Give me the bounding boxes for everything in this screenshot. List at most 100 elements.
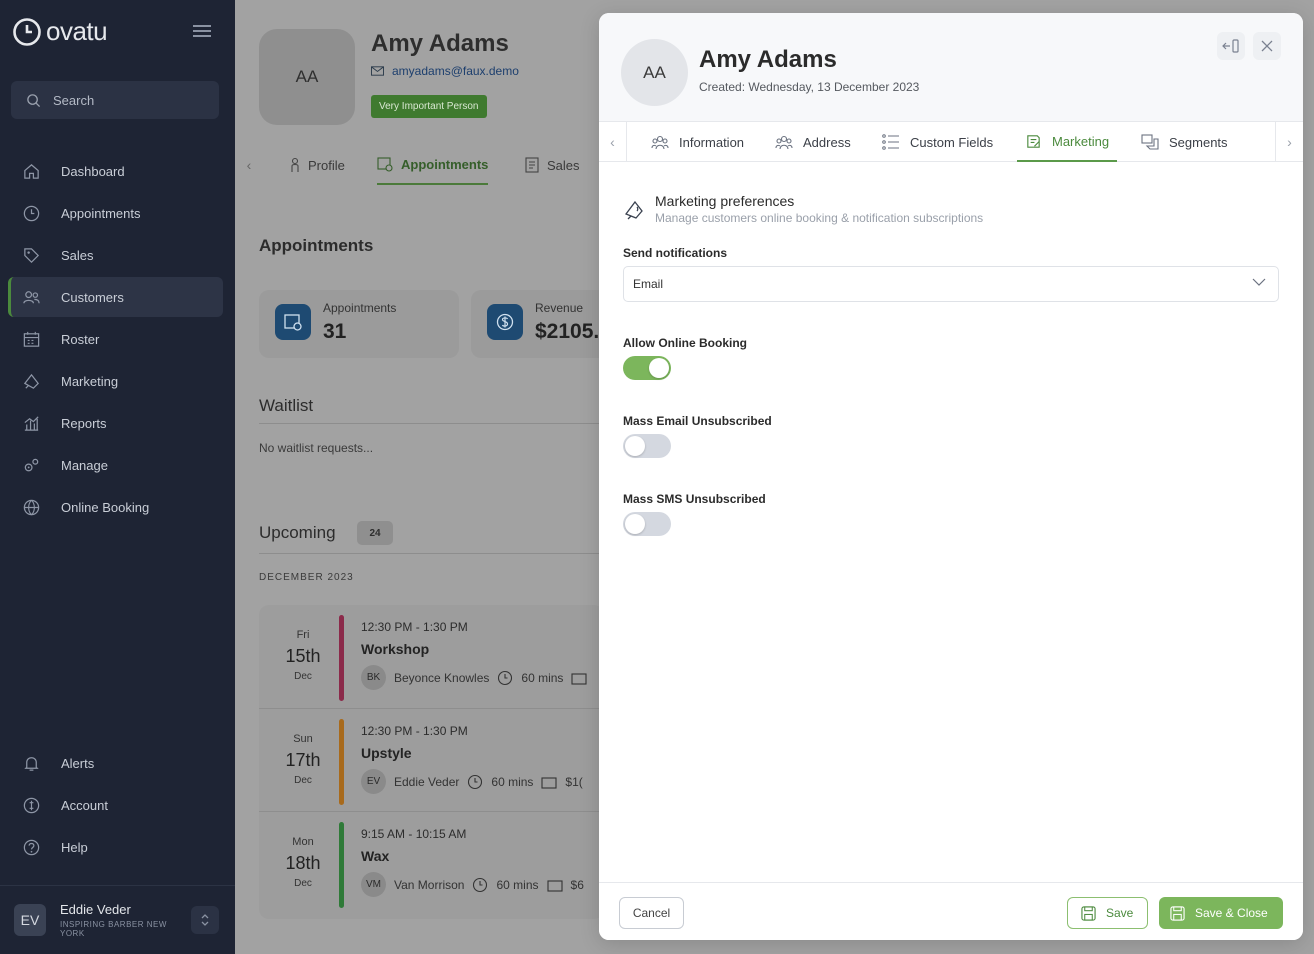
avatar: AA [621, 39, 688, 106]
tab-label: Profile [308, 157, 345, 173]
chevron-left-icon[interactable]: ‹ [235, 145, 263, 185]
appt-month: Dec [294, 775, 312, 786]
sidebar-item-label: Sales [61, 247, 94, 263]
mail-icon [371, 66, 384, 76]
appt-day: 18th [285, 853, 321, 873]
list-icon [882, 134, 899, 150]
tab-profile[interactable]: Profile [290, 145, 345, 185]
current-user[interactable]: EV Eddie Veder INSPIRING BARBER NEW YORK [0, 885, 235, 954]
appt-price: $1( [565, 774, 583, 789]
appt-color-bar [339, 615, 344, 701]
appt-weekday: Fri [296, 629, 310, 641]
tab-label: Marketing [1052, 133, 1110, 149]
save-close-label: Save & Close [1195, 906, 1268, 920]
sidebar-item-dashboard[interactable]: Dashboard [8, 151, 223, 191]
appt-month: Dec [294, 878, 312, 889]
upcoming-list: Fri 15th Dec 12:30 PM - 1:30 PM Workshop… [259, 605, 604, 919]
search-box[interactable]: Search [11, 81, 219, 119]
sidebar-item-label: Reports [61, 415, 107, 431]
tab-appointments[interactable]: Appointments [377, 145, 489, 185]
customer-email[interactable]: amyadams@faux.demo [371, 64, 519, 78]
stat-value: 31 [323, 320, 347, 343]
select-value: Email [633, 277, 664, 291]
customer-tag: Very Important Person [371, 95, 487, 118]
cancel-button[interactable]: Cancel [619, 897, 684, 929]
expand-panel-button[interactable] [1217, 32, 1245, 60]
sidebar-item-label: Customers [61, 289, 124, 305]
clock-icon [498, 670, 513, 685]
toggle-knob [649, 358, 669, 378]
sidebar-item-label: Roster [61, 331, 100, 347]
list-item[interactable]: Mon 18th Dec 9:15 AM - 10:15 AM Wax VM V… [259, 811, 604, 913]
user-name: Eddie Veder [60, 902, 131, 917]
person-icon [291, 157, 299, 172]
send-notifications-label: Send notifications [623, 246, 728, 260]
users-icon [23, 290, 40, 303]
sidebar-item-marketing[interactable]: Marketing [8, 361, 223, 401]
allow-online-booking-toggle[interactable] [623, 356, 671, 380]
chevron-left-icon[interactable]: ‹ [599, 122, 627, 162]
sidebar-item-account[interactable]: Account [8, 785, 223, 825]
chevron-updown-icon[interactable] [191, 906, 219, 934]
save-icon [1081, 905, 1096, 921]
sidebar-item-appointments[interactable]: Appointments [8, 193, 223, 233]
appt-color-bar [339, 719, 344, 805]
appt-duration: 60 mins [521, 670, 564, 685]
info-users-icon [651, 135, 669, 150]
tag-icon [24, 247, 40, 263]
tab-marketing[interactable]: Marketing [1017, 122, 1118, 162]
sidebar-item-label: Dashboard [61, 163, 125, 179]
tab-address[interactable]: Address [775, 122, 851, 162]
save-button[interactable]: Save [1067, 897, 1148, 929]
appt-service: Workshop [361, 641, 430, 657]
close-button[interactable] [1253, 32, 1281, 60]
close-icon [1261, 40, 1273, 52]
appt-color-bar [339, 822, 344, 908]
modal-tabs: ‹ Information Address Custom Fields Mark… [599, 122, 1303, 162]
marketing-icon [1027, 134, 1040, 148]
send-notifications-select[interactable]: Email [623, 266, 1279, 302]
appointments-heading: Appointments [259, 236, 374, 255]
wallet-icon [541, 776, 557, 789]
mass-sms-toggle[interactable] [623, 512, 671, 536]
sidebar-nav: Dashboard Appointments Sales Customers R… [8, 151, 223, 529]
wallet-icon [571, 672, 587, 685]
sidebar-item-roster[interactable]: Roster [8, 319, 223, 359]
save-close-button[interactable]: Save & Close [1159, 897, 1283, 929]
chart-icon [24, 415, 39, 431]
list-item[interactable]: Sun 17th Dec 12:30 PM - 1:30 PM Upstyle … [259, 708, 604, 810]
avatar: AA [259, 29, 355, 125]
sidebar-bottom-nav: Alerts Account Help [8, 743, 223, 869]
expand-panel-icon [1222, 39, 1239, 53]
sidebar-item-sales[interactable]: Sales [8, 235, 223, 275]
stat-value: $2105. [535, 320, 600, 343]
appt-duration: 60 mins [496, 877, 539, 892]
sidebar-item-help[interactable]: Help [8, 827, 223, 867]
megaphone-icon [23, 373, 39, 389]
sidebar-item-label: Appointments [61, 205, 141, 221]
mass-email-toggle[interactable] [623, 434, 671, 458]
sidebar-item-customers[interactable]: Customers [8, 277, 223, 317]
chevron-right-icon[interactable]: › [1275, 122, 1303, 162]
sidebar-item-reports[interactable]: Reports [8, 403, 223, 443]
account-icon [23, 797, 40, 813]
stat-label: Appointments [323, 301, 397, 315]
logo[interactable]: ovatu [12, 16, 108, 47]
tab-segments[interactable]: Segments [1141, 122, 1228, 162]
avatar: VM [361, 872, 386, 897]
menu-toggle-icon[interactable] [193, 25, 211, 37]
sidebar-item-online-booking[interactable]: Online Booking [8, 487, 223, 527]
tab-information[interactable]: Information [651, 122, 744, 162]
tab-custom-fields[interactable]: Custom Fields [882, 122, 993, 162]
tab-sales[interactable]: Sales [525, 145, 580, 185]
sidebar-item-manage[interactable]: Manage [8, 445, 223, 485]
avatar: BK [361, 665, 386, 690]
modal-footer: Cancel Save Save & Close [599, 882, 1303, 940]
chevron-down-icon [1252, 278, 1266, 286]
tab-label: Sales [547, 157, 580, 173]
list-item[interactable]: Fri 15th Dec 12:30 PM - 1:30 PM Workshop… [259, 605, 604, 707]
appt-staff: Beyonce Knowles [394, 670, 490, 685]
dollar-icon [487, 304, 523, 340]
sidebar-item-alerts[interactable]: Alerts [8, 743, 223, 783]
section-title: Marketing preferences [655, 193, 795, 209]
